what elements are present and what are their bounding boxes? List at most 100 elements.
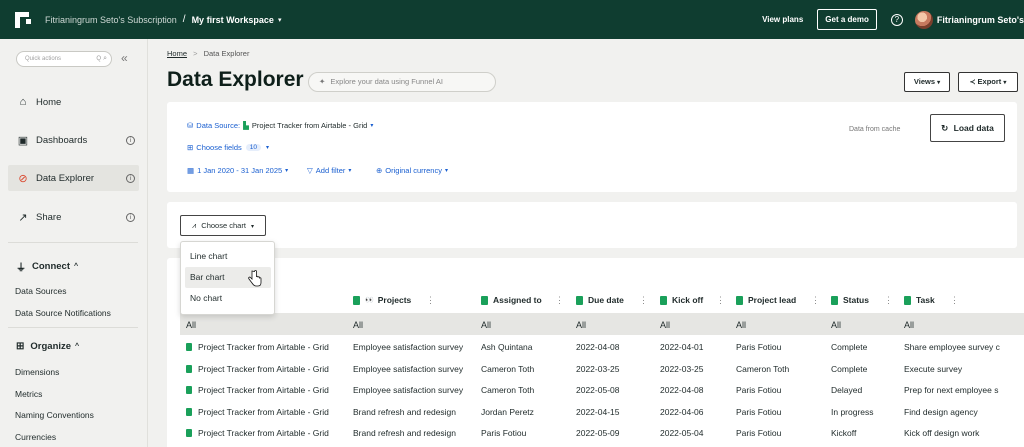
table-cell-text: Project Tracker from Airtable - Grid	[198, 428, 329, 438]
data-source-value: Project Tracker from Airtable - Grid	[251, 121, 368, 130]
sidebar-item-home[interactable]: ⌂ Home	[8, 89, 139, 115]
sheet-icon	[481, 295, 488, 305]
view-plans-link[interactable]: View plans	[762, 15, 803, 24]
workspace-selector[interactable]: My first Workspace	[192, 15, 274, 25]
sheet-icon	[353, 295, 360, 305]
column-header-kick-off[interactable]: Kick off	[660, 295, 703, 305]
user-menu[interactable]: Fitrianingrum Seto's	[937, 15, 1024, 25]
chevron-down-icon[interactable]: ▾	[278, 16, 282, 24]
table-cell-text: Project Tracker from Airtable - Grid	[198, 385, 329, 395]
views-button[interactable]: Views ▾	[904, 72, 950, 92]
chevron-down-icon: ▾	[370, 123, 374, 129]
info-icon[interactable]: i	[126, 135, 135, 145]
sidebar-item-dashboards[interactable]: ▣ Dashboards i	[8, 127, 139, 153]
sidebar-item-currencies[interactable]: Currencies	[15, 432, 56, 442]
column-menu-icon[interactable]: ⋮	[426, 295, 435, 306]
sheet-icon	[660, 295, 667, 305]
column-filter[interactable]: All	[736, 320, 746, 330]
column-filter[interactable]: All	[353, 320, 363, 330]
column-filter[interactable]: All	[481, 320, 491, 330]
organize-section-toggle[interactable]: ⊞ Organize ^	[16, 341, 79, 352]
column-menu-icon[interactable]: ⋮	[716, 295, 725, 306]
date-range-picker[interactable]: ▦ 1 Jan 2020 - 31 Jan 2025 ▾	[187, 166, 288, 175]
calendar-icon: ▦	[187, 166, 195, 175]
sheet-icon: ▙	[243, 121, 249, 130]
column-filter[interactable]: All	[831, 320, 841, 330]
add-filter-button[interactable]: ▽ Add filter ▾	[307, 166, 351, 175]
page-title: Data Explorer	[167, 68, 304, 91]
column-header-project-lead[interactable]: Project lead	[736, 295, 796, 305]
subscription-link[interactable]: Fitrianingrum Seto's Subscription	[45, 15, 177, 25]
choose-fields-button[interactable]: ⊞ Choose fields 10 ▾	[187, 143, 269, 152]
info-icon[interactable]: i	[126, 212, 135, 222]
funnel-logo-icon[interactable]	[15, 11, 33, 28]
add-filter-label: Add filter	[315, 166, 346, 175]
column-menu-icon[interactable]: ⋮	[555, 295, 564, 306]
table-cell: 2022-04-06	[660, 407, 704, 417]
info-icon[interactable]: i	[126, 173, 135, 183]
dashboard-icon: ▣	[17, 134, 29, 147]
load-data-button[interactable]: ↻ Load data	[930, 114, 1005, 142]
sidebar-item-share[interactable]: ↗ Share i	[8, 204, 139, 230]
avatar[interactable]	[914, 10, 933, 29]
chart-panel	[167, 202, 1017, 248]
grid-icon: ⊞	[16, 341, 25, 352]
table-cell: Share employee survey c	[904, 342, 1000, 352]
column-filter[interactable]: All	[186, 320, 196, 330]
column-header-label: Projects	[377, 295, 412, 305]
column-menu-icon[interactable]: ⋮	[639, 295, 648, 306]
table-cell: 2022-04-08	[576, 342, 620, 352]
currency-selector[interactable]: ⊕ Original currency ▾	[376, 166, 448, 175]
sidebar-item-naming-conventions[interactable]: Naming Conventions	[15, 410, 94, 420]
table-cell: Paris Fotiou	[736, 385, 782, 395]
filter-icon: ▽	[307, 166, 313, 175]
breadcrumb-home-link[interactable]: Home	[167, 49, 187, 58]
choose-fields-label: Choose fields	[196, 143, 242, 152]
column-filter[interactable]: All	[904, 320, 914, 330]
breadcrumb-current: Data Explorer	[203, 49, 250, 58]
column-header-due-date[interactable]: Due date	[576, 295, 624, 305]
sidebar-item-data-sources[interactable]: Data Sources	[15, 286, 67, 296]
choose-chart-button[interactable]: ⩘ Choose chart ▾	[180, 215, 266, 236]
chevron-down-icon: ▾	[937, 80, 941, 86]
sidebar-item-label: Dashboards	[36, 134, 88, 146]
collapse-sidebar-icon[interactable]: «	[121, 51, 128, 65]
quick-actions-input[interactable]: Quick actions Q ⌕	[16, 51, 112, 67]
column-menu-icon[interactable]: ⋮	[950, 295, 959, 306]
data-source-selector[interactable]: ⛁ Data Source: ▙ Project Tracker from Ai…	[187, 121, 373, 130]
table-cell: Brand refresh and redesign	[353, 428, 457, 438]
column-menu-icon[interactable]: ⋮	[811, 295, 820, 306]
column-filter[interactable]: All	[576, 320, 586, 330]
menu-item-no-chart[interactable]: No chart	[185, 288, 271, 309]
sidebar-item-data-source-notifications[interactable]: Data Source Notifications	[15, 308, 111, 318]
breadcrumb: Home > Data Explorer	[167, 49, 249, 58]
column-header-assigned-to[interactable]: Assigned to	[481, 295, 542, 305]
sidebar-item-metrics[interactable]: Metrics	[15, 389, 42, 399]
column-header-status[interactable]: Status	[831, 295, 869, 305]
column-header-task[interactable]: Task	[904, 295, 935, 305]
sheet-icon	[186, 429, 192, 437]
export-button[interactable]: ≺ Export ▾	[958, 72, 1018, 92]
table-cell: Employee satisfaction survey	[353, 385, 464, 395]
sidebar-item-dimensions[interactable]: Dimensions	[15, 367, 59, 377]
sheet-icon	[576, 295, 583, 305]
table-cell: Cameron Toth	[481, 364, 535, 374]
breadcrumb-separator: /	[182, 14, 186, 25]
ai-search-input[interactable]: ✦ Explore your data using Funnel AI	[308, 72, 496, 92]
menu-item-line-chart[interactable]: Line chart	[185, 246, 271, 267]
column-filter[interactable]: All	[660, 320, 670, 330]
sidebar-item-label: Home	[36, 96, 62, 108]
table-cell: Employee satisfaction survey	[353, 342, 464, 352]
cache-status: Data from cache	[849, 126, 901, 133]
currency-icon: ⊕	[376, 166, 383, 175]
sidebar-item-data-explorer[interactable]: ⊘ Data Explorer i	[8, 165, 139, 191]
column-header-label: Project lead	[748, 295, 797, 305]
connect-section-toggle[interactable]: ⏚ Connect ^	[16, 259, 78, 274]
column-header-projects[interactable]: 👀 Projects	[353, 295, 411, 305]
sparkle-icon: ✦	[319, 77, 326, 86]
table-cell: Paris Fotiou	[736, 428, 782, 438]
line-chart-icon: ⩘	[191, 221, 197, 230]
help-icon[interactable]: ?	[890, 13, 903, 26]
get-demo-button[interactable]: Get a demo	[817, 9, 877, 30]
column-menu-icon[interactable]: ⋮	[884, 295, 893, 306]
